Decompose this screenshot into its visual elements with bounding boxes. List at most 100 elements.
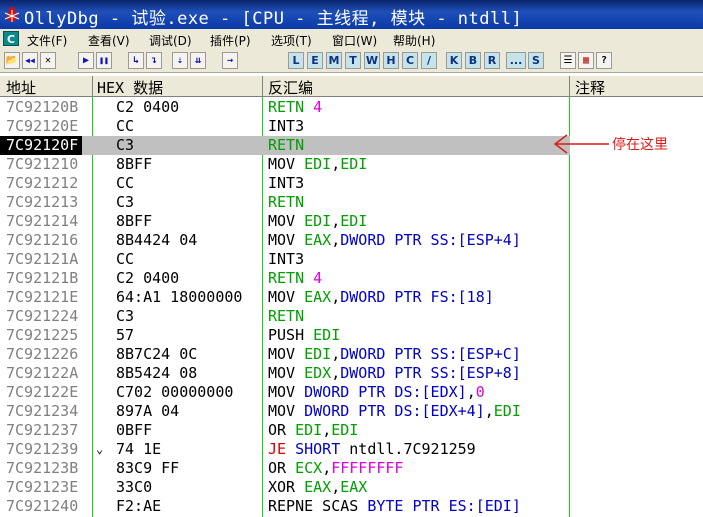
- instruction-row[interactable]: 7C921216 8B4424 04 MOV EAX,DWORD PTR SS:[E…: [0, 231, 570, 250]
- disasm-token: MOV: [268, 345, 305, 363]
- row-hex: CC: [116, 174, 135, 192]
- instruction-row[interactable]: 7C92123E 33C0 XOR EAX,EAX: [0, 478, 570, 497]
- pause-icon[interactable]: ❚❚: [96, 52, 112, 69]
- menu-view[interactable]: 查看(V): [88, 32, 130, 49]
- memory-map-button[interactable]: M: [326, 52, 342, 69]
- row-disassembly: MOV EAX,DWORD PTR SS:[ESP+4]: [268, 231, 521, 250]
- jump-arrow-icon: ⌄: [96, 442, 104, 456]
- disasm-token: MOV: [268, 288, 305, 306]
- instruction-row[interactable]: 7C92121E 64:A1 18000000 MOV EAX,DWORD PTR …: [0, 288, 570, 307]
- step-over-icon[interactable]: ↴: [146, 52, 162, 69]
- disasm-token: RETN: [268, 269, 314, 287]
- menu-bar: C 文件(F) 查看(V) 调试(D) 插件(P) 选项(T) 窗口(W) 帮助…: [0, 29, 703, 49]
- column-comment[interactable]: 注释: [575, 77, 605, 98]
- run-trace-button[interactable]: ...: [506, 52, 526, 69]
- help-icon[interactable]: ?: [596, 52, 612, 69]
- column-separator[interactable]: [92, 76, 93, 98]
- disasm-token: DWORD PTR DS:[EDX+4]: [304, 402, 485, 420]
- instruction-row[interactable]: 7C92121A CC INT3: [0, 250, 570, 269]
- instruction-row[interactable]: 7C92120B C2 0400 RETN 4: [0, 98, 570, 117]
- menu-plugins[interactable]: 插件(P): [210, 32, 251, 49]
- instruction-row[interactable]: 7C92121B C2 0400 RETN 4: [0, 269, 570, 288]
- row-address: 7C921213: [6, 193, 79, 211]
- instruction-row[interactable]: 7C921210 8BFF MOV EDI,EDI: [0, 155, 570, 174]
- cpu-button[interactable]: C: [402, 52, 418, 69]
- disasm-token: EDI: [304, 212, 332, 230]
- disasm-token: OR: [268, 459, 296, 477]
- selected-instruction-row[interactable]: 7C92120F C3 RETN: [0, 136, 570, 155]
- row-hex: 74 1E: [116, 440, 162, 458]
- windows-button[interactable]: W: [364, 52, 380, 69]
- disasm-token: EDI: [331, 421, 359, 439]
- step-into-icon[interactable]: ↳: [128, 52, 144, 69]
- disasm-token: 4: [313, 98, 323, 116]
- instruction-row[interactable]: 7C921214 8BFF MOV EDI,EDI: [0, 212, 570, 231]
- trace-into-icon[interactable]: ⇣: [172, 52, 188, 69]
- run-icon[interactable]: ▶: [78, 52, 94, 69]
- menu-window[interactable]: 窗口(W): [332, 32, 377, 49]
- column-separator[interactable]: [569, 76, 570, 98]
- log-window-button[interactable]: L: [288, 52, 304, 69]
- instruction-row[interactable]: 7C921237 0BFF OR EDI,EDI: [0, 421, 570, 440]
- instruction-row[interactable]: 7C921226 8B7C24 0C MOV EDI,DWORD PTR SS:[E…: [0, 345, 570, 364]
- row-disassembly: MOV DWORD PTR DS:[EDX],0: [268, 383, 485, 402]
- call-stack-button[interactable]: K: [446, 52, 462, 69]
- column-address[interactable]: 地址: [6, 77, 36, 98]
- grid-icon[interactable]: ▦: [578, 52, 594, 69]
- menu-file[interactable]: 文件(F): [27, 32, 67, 49]
- disasm-token: EDI: [304, 155, 332, 173]
- disasm-token: DWORD PTR DS:[EDX]: [304, 383, 467, 401]
- disassembly-pane[interactable]: 7C92120B C2 0400 RETN 4 7C92120E CC INT3 7C921…: [0, 97, 703, 517]
- threads-button[interactable]: T: [345, 52, 361, 69]
- disasm-token: MOV: [268, 231, 305, 249]
- instruction-row[interactable]: 7C921224 C3 RETN: [0, 307, 570, 326]
- cpu-window-icon[interactable]: C: [3, 31, 19, 46]
- row-hex: 8B7C24 0C: [116, 345, 198, 363]
- menu-help[interactable]: 帮助(H): [393, 32, 435, 49]
- disasm-token: EAX: [304, 288, 332, 306]
- instruction-row[interactable]: 7C92122A 8B5424 08 MOV EDX,DWORD PTR SS:[E…: [0, 364, 570, 383]
- source-button[interactable]: S: [528, 52, 544, 69]
- row-address: 7C92123E: [6, 478, 79, 496]
- close-icon[interactable]: ✕: [40, 52, 56, 69]
- disasm-token: RETN: [268, 307, 305, 325]
- row-address: 7C92121B: [6, 269, 79, 287]
- instruction-row[interactable]: 7C921240 F2:AE REPNE SCAS BYTE PTR ES:[EDI…: [0, 497, 570, 516]
- disasm-token: XOR: [268, 478, 305, 496]
- disasm-token: BYTE PTR ES:[EDI]: [367, 497, 521, 515]
- references-button[interactable]: R: [484, 52, 500, 69]
- instruction-row[interactable]: 7C921213 C3 RETN: [0, 193, 570, 212]
- instruction-row[interactable]: 7C92120E CC INT3: [0, 117, 570, 136]
- instruction-row[interactable]: 7C921225 57 PUSH EDI: [0, 326, 570, 345]
- list-icon[interactable]: ☰: [560, 52, 576, 69]
- disasm-token: EDX: [304, 364, 332, 382]
- breakpoints-button[interactable]: B: [465, 52, 481, 69]
- instruction-row[interactable]: 7C921234 897A 04 MOV DWORD PTR DS:[EDX+4],…: [0, 402, 570, 421]
- instruction-row[interactable]: 7C92122E C702 00000000 MOV DWORD PTR DS:[E…: [0, 383, 570, 402]
- column-hex[interactable]: HEX 数据: [97, 77, 163, 98]
- disasm-token: EDI: [340, 212, 368, 230]
- executables-button[interactable]: E: [307, 52, 323, 69]
- patches-button[interactable]: /: [421, 52, 437, 69]
- column-separator[interactable]: [262, 76, 263, 98]
- open-icon[interactable]: 📂: [4, 52, 20, 69]
- disasm-token: ntdll.7C921259: [349, 440, 476, 458]
- disasm-token: RETN: [268, 98, 314, 116]
- instruction-row[interactable]: 7C92123B 83C9 FF OR ECX,FFFFFFFF: [0, 459, 570, 478]
- rewind-icon[interactable]: ◀◀: [22, 52, 38, 69]
- menu-debug[interactable]: 调试(D): [149, 32, 192, 49]
- trace-over-icon[interactable]: ⇊: [190, 52, 206, 69]
- column-disasm[interactable]: 反汇编: [268, 77, 313, 98]
- row-hex: C702 00000000: [116, 383, 234, 401]
- column-header: 地址 HEX 数据 反汇编 注释: [0, 75, 703, 98]
- handles-button[interactable]: H: [383, 52, 399, 69]
- disasm-token: INT3: [268, 174, 305, 192]
- row-address: 7C921216: [6, 231, 79, 249]
- menu-options[interactable]: 选项(T): [271, 32, 312, 49]
- instruction-row[interactable]: 7C921239 ⌄ 74 1E JE SHORT ntdll.7C921259: [0, 440, 570, 459]
- disasm-token: RETN: [268, 193, 305, 211]
- row-disassembly: MOV EDI,DWORD PTR SS:[ESP+C]: [268, 345, 521, 364]
- row-disassembly: XOR EAX,EAX: [268, 478, 367, 497]
- execute-till-return-icon[interactable]: →: [222, 52, 238, 69]
- instruction-row[interactable]: 7C921212 CC INT3: [0, 174, 570, 193]
